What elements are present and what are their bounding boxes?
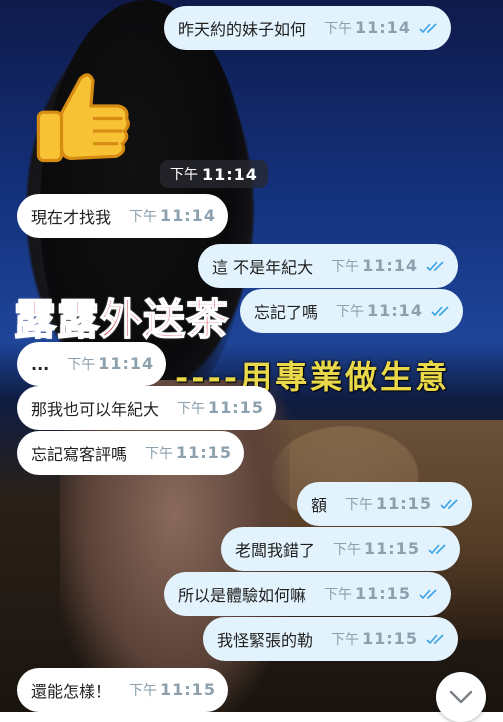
message-ampm: 下午 (336, 304, 365, 320)
time-separator-ampm: 下午 (170, 167, 198, 183)
message-time: 11:15 (364, 539, 420, 558)
message-ampm: 下午 (129, 209, 158, 225)
message-ampm: 下午 (67, 357, 96, 373)
wallpaper-overlay-title: 露露外送茶 (13, 294, 230, 345)
message-bubble-outgoing[interactable]: 這 不是年紀大 下午 11:14 (198, 244, 459, 288)
message-ampm: 下午 (331, 259, 360, 275)
message-bubble-incoming[interactable]: 那我也可以年紀大 下午 11:15 (17, 386, 276, 430)
double-check-icon (426, 261, 444, 272)
message-meta: 下午 11:15 (345, 494, 460, 514)
message-bubble-outgoing[interactable]: 忘記了嗎 下午 11:14 (240, 289, 463, 333)
message-time: 11:15 (176, 443, 232, 462)
message-meta: 下午 11:14 (129, 206, 216, 226)
message-bubble-incoming[interactable]: 還能怎樣！ 下午 11:15 (17, 668, 228, 712)
message-time: 11:15 (208, 398, 264, 417)
message-ampm: 下午 (331, 632, 360, 648)
scroll-to-bottom-button[interactable] (436, 672, 486, 722)
message-text: 所以是體驗如何嘛 (178, 586, 307, 605)
message-bubble-outgoing[interactable]: 昨天約的妹子如何 下午 11:14 (164, 6, 451, 50)
thumbs-up-emoji (36, 73, 130, 163)
message-meta: 下午 11:15 (145, 443, 232, 463)
message-text: 昨天約的妹子如何 (178, 20, 307, 39)
message-ampm: 下午 (324, 21, 353, 37)
message-time: 11:14 (355, 18, 411, 37)
double-check-icon (431, 306, 449, 317)
chevron-down-icon (449, 690, 473, 704)
time-separator-time: 11:14 (202, 164, 258, 184)
message-bubble-outgoing[interactable]: 額 下午 11:15 (297, 482, 472, 526)
message-ampm: 下午 (345, 497, 374, 513)
double-check-icon (419, 589, 437, 600)
message-text: 額 (311, 496, 328, 515)
message-ampm: 下午 (129, 683, 158, 699)
message-meta: 下午 11:15 (324, 584, 439, 604)
message-bubble-outgoing[interactable]: 老闆我錯了 下午 11:15 (221, 527, 460, 571)
message-time: 11:14 (160, 206, 216, 225)
message-ampm: 下午 (324, 587, 353, 603)
message-text: 那我也可以年紀大 (31, 400, 160, 419)
double-check-icon (428, 544, 446, 555)
message-text: 這 不是年紀大 (212, 258, 314, 277)
message-text: 還能怎樣！ (31, 682, 112, 701)
message-time: 11:14 (367, 301, 423, 320)
message-time: 11:15 (355, 584, 411, 603)
message-time: 11:14 (362, 256, 419, 275)
message-text: 忘記寫客評嗎 (31, 445, 128, 464)
message-text: 我怪緊張的勒 (217, 631, 314, 650)
message-bubble-outgoing[interactable]: 所以是體驗如何嘛 下午 11:15 (164, 572, 451, 616)
message-meta: 下午 11:14 (324, 18, 439, 38)
message-text: 忘記了嗎 (254, 303, 319, 322)
message-meta: 下午 11:14 (331, 256, 446, 276)
double-check-icon (419, 23, 437, 34)
double-check-icon (440, 499, 458, 510)
double-check-icon (426, 634, 444, 645)
message-bubble-incoming[interactable]: 現在才找我 下午 11:14 (17, 194, 228, 238)
message-ampm: 下午 (177, 401, 206, 417)
message-bubble-incoming[interactable]: 忘記寫客評嗎 下午 11:15 (17, 431, 244, 475)
message-meta: 下午 11:15 (177, 398, 264, 418)
message-text: 現在才找我 (31, 208, 112, 227)
message-bubble-incoming[interactable]: ... 下午 11:14 (17, 342, 167, 386)
message-meta: 下午 11:15 (129, 680, 216, 700)
message-time: 11:15 (362, 629, 418, 648)
message-meta: 下午 11:15 (331, 629, 446, 649)
message-ampm: 下午 (145, 446, 174, 462)
message-time: 11:15 (376, 494, 432, 513)
message-text: 老闆我錯了 (235, 541, 316, 560)
message-time: 11:15 (160, 680, 216, 699)
message-meta: 下午 11:14 (67, 354, 154, 374)
message-text: ... (31, 354, 50, 374)
time-separator: 下午 11:14 (160, 160, 268, 188)
message-meta: 下午 11:14 (336, 301, 451, 321)
message-meta: 下午 11:15 (333, 539, 448, 559)
message-time: 11:14 (98, 354, 155, 373)
message-ampm: 下午 (333, 542, 362, 558)
message-bubble-outgoing[interactable]: 我怪緊張的勒 下午 11:15 (203, 617, 458, 661)
